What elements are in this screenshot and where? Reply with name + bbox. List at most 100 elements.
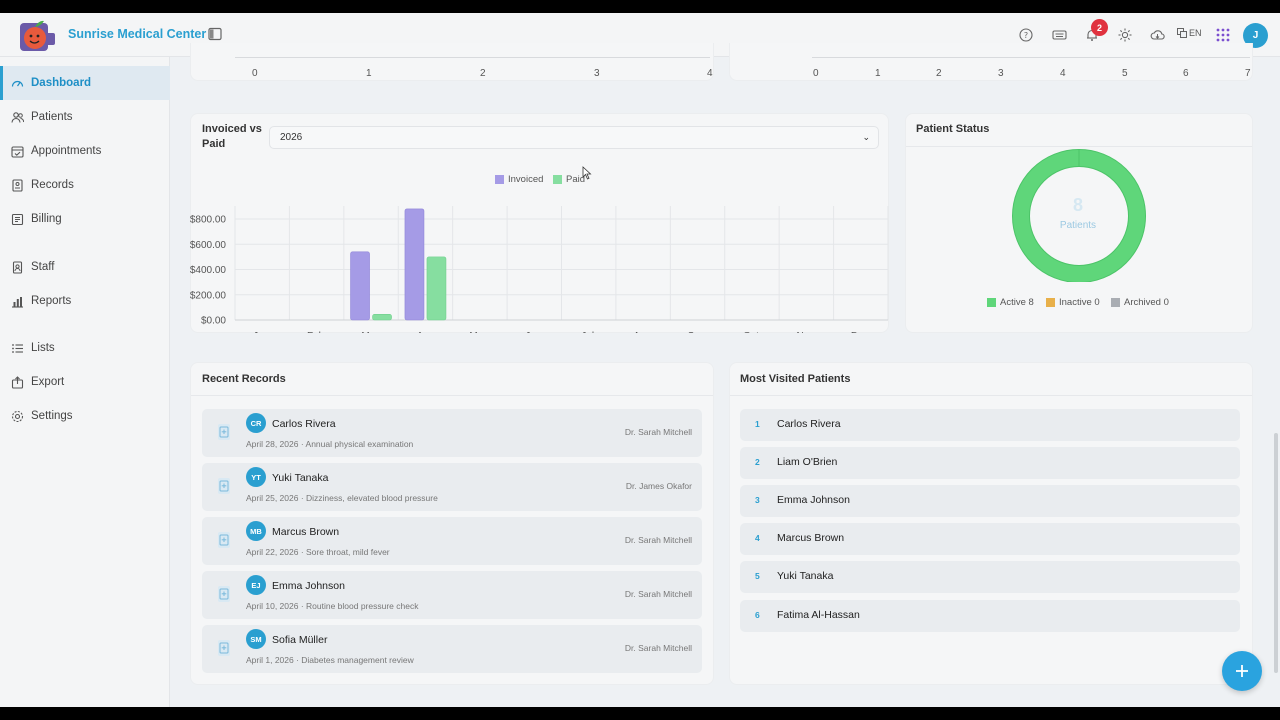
keyboard-icon[interactable] — [1050, 26, 1068, 44]
legend-label-inactive: Inactive — [1059, 297, 1092, 308]
top-right-axis-tick: 3 — [998, 68, 1004, 79]
sidebar: Dashboard Patients Appointments Records … — [0, 57, 170, 707]
record-row[interactable]: YT Yuki Tanaka April 25, 2026 · Dizzines… — [202, 463, 702, 511]
visited-patient-row[interactable]: 3 Emma Johnson — [740, 485, 1240, 517]
record-row[interactable]: CR Carlos Rivera April 28, 2026 · Annual… — [202, 409, 702, 457]
chart-x-tick-label: Nov — [796, 331, 814, 333]
legend-swatch-active — [987, 298, 996, 307]
top-left-axis-line — [235, 57, 710, 58]
visited-patient-row[interactable]: 2 Liam O'Brien — [740, 447, 1240, 479]
sidebar-item-records[interactable]: Records — [0, 168, 170, 202]
invoiced-title-line1: Invoiced vs — [202, 123, 262, 135]
patient-total: 8 — [1072, 195, 1083, 215]
top-right-axis-tick: 0 — [813, 68, 819, 79]
gauge-icon — [11, 80, 24, 87]
sidebar-item-lists[interactable]: Lists — [0, 331, 170, 365]
avatar: SM — [246, 629, 266, 649]
add-button[interactable] — [1222, 651, 1262, 691]
record-patient-name: Carlos Rivera — [272, 418, 336, 430]
apple-logo-icon — [20, 20, 55, 51]
sidebar-item-patients[interactable]: Patients — [0, 100, 170, 134]
sidebar-item-label: Reports — [31, 295, 72, 307]
legend-active[interactable]: Active 8 — [987, 297, 1034, 308]
recent-records-title: Recent Records — [202, 373, 286, 385]
legend-count-inactive: 0 — [1094, 297, 1100, 308]
record-patient-name: Yuki Tanaka — [272, 472, 329, 484]
notification-badge: 2 — [1091, 19, 1108, 36]
visited-patient-row[interactable]: 5 Yuki Tanaka — [740, 561, 1240, 593]
chart-bar-invoiced — [404, 208, 425, 321]
sidebar-item-appointments[interactable]: Appointments — [0, 134, 170, 168]
visited-rank: 3 — [755, 495, 760, 505]
sun-icon[interactable] — [1116, 26, 1134, 44]
top-right-axis-tick: 5 — [1122, 68, 1128, 79]
top-right-axis-tick: 2 — [936, 68, 942, 79]
record-summary: April 25, 2026 · Dizziness, elevated blo… — [246, 493, 438, 503]
chart-bar-invoiced — [350, 251, 370, 321]
chart-x-tick-label: Mar — [361, 331, 379, 333]
sidebar-item-label: Settings — [31, 410, 73, 422]
record-row[interactable]: EJ Emma Johnson April 10, 2026 · Routine… — [202, 571, 702, 619]
legend-label-archived: Archived — [1124, 297, 1161, 308]
card-divider — [730, 395, 1252, 396]
top-right-axis-tick: 6 — [1183, 68, 1189, 79]
visited-patient-row[interactable]: 1 Carlos Rivera — [740, 409, 1240, 441]
visited-patient-row[interactable]: 6 Fatima Al-Hassan — [740, 600, 1240, 632]
year-select[interactable]: 2026 ⌄ — [269, 126, 879, 149]
sidebar-item-staff[interactable]: Staff — [0, 250, 170, 284]
chart-x-tick-label: Dec — [851, 331, 869, 333]
visited-rank: 2 — [755, 457, 760, 467]
record-doctor: Dr. Sarah Mitchell — [624, 643, 692, 653]
visited-rank: 5 — [755, 571, 760, 581]
card-divider — [191, 395, 713, 396]
sidebar-item-dashboard[interactable]: Dashboard — [0, 66, 170, 100]
translate-icon — [1177, 28, 1187, 38]
chart-x-tick-label: Feb — [307, 331, 325, 333]
language-selector[interactable]: EN — [1177, 28, 1202, 38]
sidebar-item-label: Staff — [31, 261, 55, 273]
record-doctor: Dr. James Okafor — [625, 481, 692, 491]
visited-patient-row[interactable]: 4 Marcus Brown — [740, 523, 1240, 555]
year-select-value: 2026 — [280, 132, 303, 143]
sidebar-item-label: Patients — [31, 111, 73, 123]
apps-grid-icon[interactable] — [1214, 26, 1232, 44]
top-right-axis-tick: 7 — [1245, 68, 1251, 79]
record-summary: April 10, 2026 · Routine blood pressure … — [246, 601, 419, 611]
legend-swatch-inactive — [1046, 298, 1055, 307]
record-summary: April 28, 2026 · Annual physical examina… — [246, 439, 414, 449]
legend-archived[interactable]: Archived 0 — [1111, 297, 1169, 308]
invoiced-paid-bar-chart: $0.00 $200.00 $400.00 $600.00 $800.00 Jan Feb M… — [190, 206, 889, 333]
chart-x-tick-label: Jun — [525, 331, 541, 333]
record-row[interactable]: MB Marcus Brown April 22, 2026 · Sore th… — [202, 517, 702, 565]
cloud-icon[interactable] — [1148, 26, 1166, 44]
visited-patient-name: Liam O'Brien — [777, 456, 838, 468]
avatar: EJ — [246, 575, 266, 595]
legend-label-active: Active — [1000, 297, 1026, 308]
sidebar-item-label: Lists — [31, 342, 55, 354]
language-label: EN — [1189, 28, 1202, 38]
sidebar-item-label: Dashboard — [31, 77, 92, 89]
record-row[interactable]: SM Sofia Müller April 1, 2026 · Diabetes… — [202, 625, 702, 673]
visited-patient-name: Yuki Tanaka — [777, 570, 834, 582]
help-icon[interactable]: ? — [1017, 26, 1035, 44]
chart-x-tick-label: Apr — [417, 331, 433, 333]
legend-inactive[interactable]: Inactive 0 — [1046, 297, 1100, 308]
record-patient-name: Sofia Müller — [272, 634, 328, 646]
sidebar-toggle-icon[interactable] — [208, 27, 222, 41]
app-frame: Sunrise Medical Center ? 2 EN J Dashboar… — [0, 13, 1280, 707]
sidebar-item-settings[interactable]: Settings — [0, 399, 170, 433]
record-doctor: Dr. Sarah Mitchell — [624, 427, 692, 437]
most-visited-title: Most Visited Patients — [740, 373, 851, 385]
sidebar-item-reports[interactable]: Reports — [0, 284, 170, 318]
chart-x-tick-label: Jul — [581, 331, 594, 333]
record-doctor: Dr. Sarah Mitchell — [624, 535, 692, 545]
sidebar-item-billing[interactable]: Billing — [0, 202, 170, 236]
mouse-cursor-icon — [582, 166, 592, 180]
brand-name[interactable]: Sunrise Medical Center — [68, 27, 206, 41]
avatar: CR — [246, 413, 266, 433]
page-scrollbar[interactable] — [1274, 433, 1278, 673]
top-left-axis-tick: 4 — [707, 68, 713, 79]
sidebar-item-export[interactable]: Export — [0, 365, 170, 399]
file-icon — [12, 178, 23, 192]
avatar: YT — [246, 467, 266, 487]
